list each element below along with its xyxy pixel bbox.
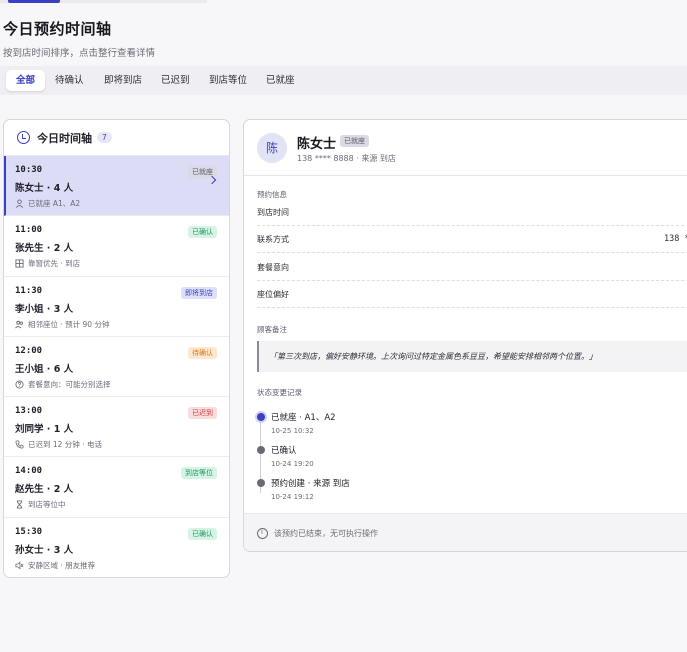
status-badge: 已确认	[188, 226, 217, 239]
row-guest: 刘同学 · 1 人	[15, 424, 74, 436]
top-tab-strip	[0, 0, 207, 3]
timeline-row[interactable]: 11:00 张先生 · 2 人 靠窗优先 · 到店 已确认	[4, 216, 229, 277]
log-time: 10-24 19:20	[271, 460, 314, 468]
group-icon	[15, 320, 24, 329]
clock-icon	[17, 131, 30, 144]
timeline-row[interactable]: 11:30 李小姐 · 3 人 相邻座位 · 预计 90 分钟 即将到店	[4, 277, 229, 337]
log-dot-current	[257, 413, 265, 421]
timeline-title: 今日时间轴	[37, 131, 92, 145]
row-note: 安静区域 · 朋友推荐	[28, 560, 96, 570]
detail-header: 陈 陈女士 已就座 138 **** 8888 · 来源 到店	[244, 120, 687, 176]
field-arrival-time: 到店时间	[257, 199, 687, 226]
log-time: 10-24 19:12	[271, 493, 314, 501]
field-label: 座位偏好	[257, 290, 289, 299]
status-badge: 即将到店	[181, 286, 217, 299]
row-note: 套餐意向：可能分别选择	[28, 379, 111, 389]
grid-icon	[15, 259, 24, 268]
field-label: 联系方式	[257, 235, 289, 244]
filter-late[interactable]: 已迟到	[151, 70, 200, 91]
guest-name: 陈女士	[297, 137, 337, 152]
row-guest: 赵先生 · 2 人	[15, 484, 74, 496]
question-icon	[15, 380, 24, 389]
timeline-row[interactable]: 14:00 赵先生 · 2 人 到店等位中 到店等位	[4, 457, 229, 518]
status-badge: 到店等位	[181, 467, 217, 480]
filter-waiting[interactable]: 到店等位	[199, 70, 257, 91]
timeline-header: 今日时间轴 7	[4, 120, 229, 156]
field-seat-preference: 座位偏好	[257, 281, 687, 308]
log-time: 10-25 10:32	[271, 427, 314, 435]
status-filter-bar: 全部 待确认 即将到店 已迟到 到店等位 已就座	[0, 66, 687, 95]
reservation-detail-panel: 陈 陈女士 已就座 138 **** 8888 · 来源 到店 预约信息 到店时…	[243, 119, 687, 552]
section-label-log: 状态变更记录	[257, 388, 302, 397]
page-title: 今日预约时间轴	[3, 20, 112, 38]
field-value: 138 *	[664, 234, 687, 244]
avatar: 陈	[257, 133, 287, 163]
detail-footer: 该预约已结束，无可执行操作	[244, 513, 687, 551]
timeline-row[interactable]: 13:00 刘同学 · 1 人 已迟到 12 分钟 · 电话 已迟到	[4, 397, 229, 458]
row-note: 已就座 A1、A2	[28, 199, 81, 208]
log-title: 预约创建 · 来源 到店	[271, 479, 350, 489]
log-dot	[257, 446, 265, 454]
log-entry: 已就座 · A1、A2 10-25 10:32	[257, 411, 336, 435]
hourglass-icon	[16, 500, 23, 510]
person-icon	[15, 199, 24, 208]
status-badge: 已就座	[340, 135, 369, 147]
log-entry: 预约创建 · 来源 到店 10-24 19:12	[257, 477, 350, 501]
status-badge: 已确认	[188, 527, 217, 540]
field-label: 套餐意向	[257, 263, 289, 272]
page-subtitle: 按到店时间排序，点击整行查看详情	[3, 48, 156, 59]
top-tab-active-indicator	[8, 0, 60, 3]
filter-pending[interactable]: 待确认	[45, 70, 94, 91]
field-package: 套餐意向	[257, 254, 687, 281]
row-guest: 张先生 · 2 人	[15, 243, 74, 255]
info-icon	[257, 528, 268, 539]
timeline-row[interactable]: 12:00 王小姐 · 6 人 套餐意向：可能分别选择 待确认	[4, 337, 229, 398]
log-dot	[257, 479, 265, 487]
timeline-row[interactable]: 15:30 孙女士 · 3 人 安静区域 · 朋友推荐 已确认	[4, 518, 229, 577]
section-label-remark: 顾客备注	[257, 325, 287, 334]
log-entry: 已确认 10-24 19:20	[257, 444, 314, 468]
log-title: 已就座 · A1、A2	[271, 413, 336, 423]
filter-all[interactable]: 全部	[6, 70, 46, 91]
status-badge: 待确认	[188, 346, 217, 359]
guest-meta: 138 **** 8888 · 来源 到店	[297, 154, 396, 163]
row-note: 相邻座位 · 预计 90 分钟	[28, 319, 110, 329]
guest-remark: 「第三次到店，偏好安静环境。上次询问过特定金属色系豆豆，希望能安排相邻两个位置。…	[257, 341, 687, 372]
filter-seated[interactable]: 已就座	[256, 70, 305, 91]
row-note: 已迟到 12 分钟 · 电话	[28, 440, 102, 450]
field-contact: 联系方式 138 *	[257, 226, 687, 253]
footer-message: 该预约已结束，无可执行操作	[274, 529, 378, 538]
row-guest: 陈女士 · 4 人	[15, 183, 74, 194]
status-badge: 已迟到	[188, 407, 217, 420]
mute-icon	[15, 561, 24, 570]
filter-arriving-soon[interactable]: 即将到店	[94, 70, 152, 91]
row-note: 到店等位中	[28, 500, 66, 510]
page-header: 今日预约时间轴 按到店时间排序，点击整行查看详情	[3, 18, 155, 59]
phone-icon	[15, 440, 24, 449]
row-guest: 孙女士 · 3 人	[15, 544, 74, 556]
timeline-row[interactable]: 10:30 陈女士 · 4 人 已就座 A1、A2 已就座	[4, 156, 229, 217]
row-note: 靠窗优先 · 到店	[28, 259, 81, 269]
log-title: 已确认	[271, 446, 297, 456]
timeline-count-badge: 7	[97, 132, 112, 143]
row-guest: 王小姐 · 6 人	[15, 363, 74, 375]
timeline-panel: 今日时间轴 7 10:30 陈女士 · 4 人 已就座 A1、A2 已就座 11…	[3, 119, 230, 578]
row-guest: 李小姐 · 3 人	[15, 303, 74, 315]
field-label: 到店时间	[257, 208, 289, 217]
